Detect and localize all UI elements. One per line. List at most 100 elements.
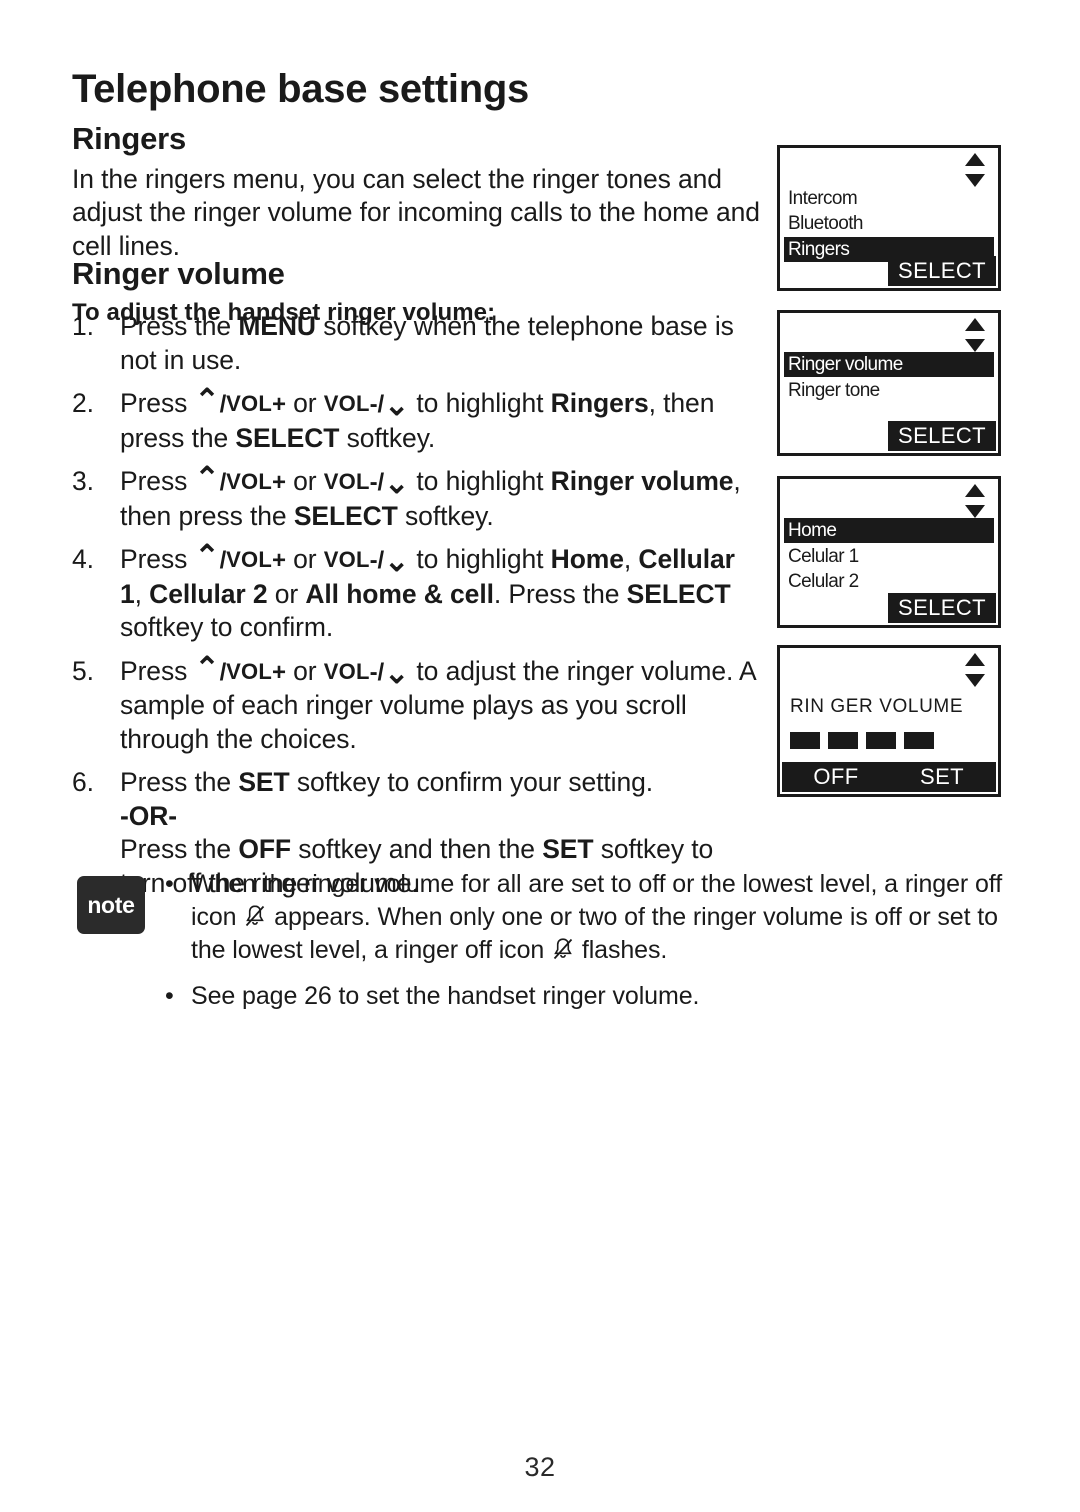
step-item: 5. Press ⌃/VOL+ or VOL-/⌄ to adjust the r… [72, 653, 762, 757]
scroll-arrows-icon [965, 153, 985, 187]
section-heading-ringer-volume: Ringer volume [72, 255, 285, 291]
volume-bar [866, 732, 896, 749]
vol-label: VOL [226, 391, 272, 416]
lcd-menu-item-selected[interactable]: Ringer volume [784, 352, 994, 377]
step-text: Press ⌃/VOL+ or VOL-/⌄ to adjust the rin… [120, 653, 755, 754]
step-item: 1. Press the MENU softkey when the teleph… [72, 310, 762, 377]
scroll-arrows-icon [965, 484, 985, 518]
softkey-off[interactable]: OFF [782, 762, 890, 792]
plus-glyph: + [271, 469, 286, 496]
plain-text: or [285, 466, 324, 496]
lcd-screen-volume: RIN GER VOLUME OFF SET [777, 645, 1001, 797]
page-number: 32 [524, 1452, 556, 1482]
plain-text: softkey. [339, 422, 436, 453]
plain-text: to highlight [409, 544, 551, 574]
vol-label: VOL [323, 391, 370, 416]
emphasis-text: Ringers [550, 388, 649, 418]
bullet-icon: • [165, 982, 174, 1010]
vol-up-key: ⌃/VOL+ [194, 540, 286, 575]
emphasis-text: SELECT [235, 422, 340, 453]
step-text: Press ⌃/VOL+ or VOL-/⌄ to highlight Ring… [120, 384, 714, 453]
section-heading-ringers: Ringers [72, 120, 187, 156]
emphasis-text: OFF [238, 834, 291, 864]
vol-down-key: VOL-/⌄ [323, 656, 410, 690]
emphasis-text: SELECT [626, 578, 731, 609]
lcd-menu-item[interactable]: Celular 1 [780, 544, 998, 569]
note-list: • When the ringer volume for all are set … [163, 868, 1003, 1026]
plain-text: softkey and then the [291, 834, 543, 864]
lcd-menu-item[interactable]: Intercom [780, 186, 998, 211]
softkey-select[interactable]: SELECT [888, 421, 996, 451]
note-text: When the ringer volume for all are set t… [191, 870, 1002, 964]
step-item: 2. Press ⌃/VOL+ or VOL-/⌄ to highlight Ri… [72, 384, 762, 455]
page-title: Telephone base settings [72, 66, 529, 111]
plain-text: or [267, 578, 306, 609]
lcd-menu-item[interactable]: Ringer tone [780, 378, 998, 403]
line-screen: Home Celular 1 Celular 2 SELECT [780, 479, 998, 625]
slash-glyph: / [377, 547, 385, 574]
plain-text: Press the [120, 834, 239, 864]
plain-text: , [134, 578, 150, 609]
lcd-menu-list: Home Celular 1 Celular 2 [780, 517, 998, 594]
plain-text: Press [120, 388, 195, 418]
emphasis-text: Cellular 2 [149, 578, 268, 609]
scroll-arrows-icon [965, 653, 985, 687]
emphasis-text: SET [542, 834, 594, 864]
plain-text: , [623, 544, 639, 574]
steps-list: 1. Press the MENU softkey when the teleph… [72, 310, 762, 910]
scroll-arrows-icon [965, 318, 985, 352]
step-number: 6. [72, 767, 94, 797]
vol-label: VOL [323, 658, 370, 684]
step-text: Press the MENU softkey when the telephon… [120, 311, 734, 375]
softkey-select[interactable]: SELECT [888, 593, 996, 623]
plus-glyph: + [271, 658, 286, 686]
plain-text: to highlight [409, 388, 551, 418]
plain-text: Press [120, 466, 195, 496]
softkey-set[interactable]: SET [888, 762, 996, 792]
volume-bar [828, 732, 858, 749]
arrow-up-icon [965, 484, 985, 497]
step-item: 3. Press ⌃/VOL+ or VOL-/⌄ to highlight Ri… [72, 462, 762, 533]
slash-glyph: / [377, 469, 385, 496]
lcd-screen-menu: Intercom Bluetooth Ringers SELECT [777, 145, 1001, 291]
vol-label: VOL [323, 547, 370, 572]
step-item: 4. Press ⌃/VOL+ or VOL-/⌄ to highlight Ho… [72, 540, 762, 645]
minus-glyph: - [369, 391, 378, 418]
volume-bar [790, 732, 820, 749]
minus-glyph: - [369, 547, 378, 574]
note-bullet: • See page 26 to set the handset ringer v… [163, 980, 1003, 1013]
volume-screen: RIN GER VOLUME OFF SET [780, 648, 998, 794]
plain-text: to highlight [409, 466, 551, 496]
ringers-screen: Ringer volume Ringer tone SELECT [780, 313, 998, 453]
emphasis-text: SELECT [293, 500, 398, 531]
vol-up-key: ⌃/VOL+ [194, 384, 286, 419]
vol-down-key: VOL-/⌄ [323, 467, 410, 500]
lcd-screen-lines: Home Celular 1 Celular 2 SELECT [777, 476, 1001, 628]
lcd-screen-ringers: Ringer volume Ringer tone SELECT [777, 310, 1001, 456]
plain-text: See page 26 to set the handset ringer vo… [191, 982, 700, 1010]
ringer-off-icon [553, 938, 573, 960]
lcd-menu-item[interactable]: Bluetooth [780, 211, 998, 236]
vol-label: VOL [226, 469, 272, 494]
vol-label: VOL [226, 547, 272, 572]
emphasis-text: -OR- [120, 800, 177, 831]
slash-glyph: / [377, 658, 385, 686]
volume-level-indicator [790, 732, 934, 749]
document-page: Telephone base settings Ringers In the r… [0, 0, 1080, 1512]
plain-text: Press the [120, 767, 239, 797]
step-number: 1. [72, 311, 94, 341]
vol-up-key: ⌃/VOL+ [194, 462, 286, 497]
plain-text: flashes. [575, 936, 668, 964]
arrow-up-icon [965, 318, 985, 331]
bullet-icon: • [165, 870, 174, 898]
softkey-select[interactable]: SELECT [888, 256, 996, 286]
vol-label: VOL [323, 469, 370, 494]
arrow-up-icon [965, 153, 985, 166]
plain-text: Press [120, 544, 195, 574]
slash-glyph: / [377, 391, 385, 418]
lcd-menu-item[interactable]: Celular 2 [780, 569, 998, 594]
plus-glyph: + [271, 547, 286, 574]
lcd-menu-item-selected[interactable]: Home [784, 518, 994, 543]
plain-text: softkey to confirm your setting. [289, 767, 653, 797]
lcd-menu-list: Ringer volume Ringer tone [780, 351, 998, 403]
